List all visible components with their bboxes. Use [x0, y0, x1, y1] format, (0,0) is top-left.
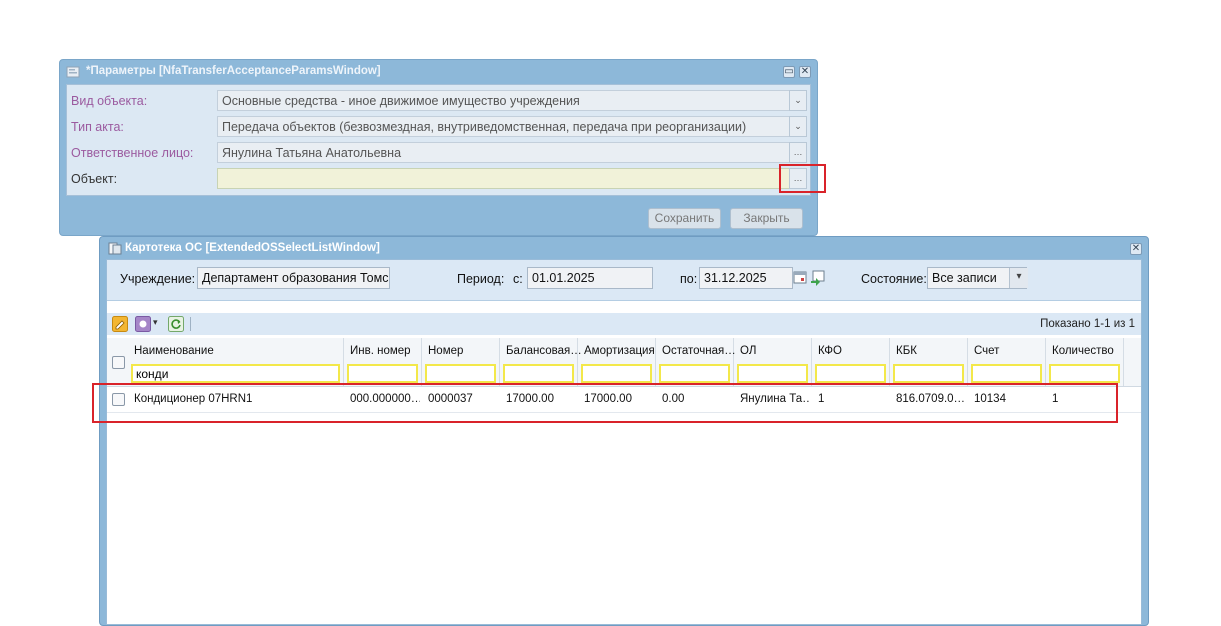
- number-filter-input[interactable]: [425, 364, 496, 383]
- account-filter-input[interactable]: [971, 364, 1042, 383]
- kfo-filter-input[interactable]: [815, 364, 886, 383]
- period-label: Период:: [457, 272, 505, 286]
- column-inv-number[interactable]: Инв. номер: [344, 338, 422, 386]
- chevron-down-icon[interactable]: ⌄: [789, 116, 807, 137]
- params-window-title: *Параметры [NfaTransferAcceptanceParamsW…: [86, 65, 381, 77]
- from-label: с:: [513, 272, 523, 286]
- menu-icon[interactable]: [135, 316, 151, 332]
- close-icon[interactable]: ✕: [1130, 243, 1142, 255]
- calendar-icon[interactable]: [793, 270, 807, 284]
- close-icon[interactable]: ✕: [799, 66, 811, 78]
- column-name[interactable]: Наименование конди: [128, 338, 344, 386]
- close-button[interactable]: Закрыть: [730, 208, 803, 229]
- params-window-titlebar[interactable]: *Параметры [NfaTransferAcceptanceParamsW…: [66, 64, 811, 81]
- ol-filter-input[interactable]: [737, 364, 808, 383]
- edit-icon[interactable]: [112, 316, 128, 332]
- column-kfo[interactable]: КФО: [812, 338, 890, 386]
- column-quantity[interactable]: Количество: [1046, 338, 1124, 386]
- filter-bar: Учреждение: Департамент образования Томс…: [107, 260, 1141, 301]
- to-label: по:: [680, 272, 698, 286]
- responsible-label: Ответственное лицо:: [71, 146, 194, 160]
- grid-toolbar: ▾ Показано 1-1 из 1: [107, 313, 1141, 335]
- highlight-object-button: [779, 164, 826, 193]
- select-all-checkbox[interactable]: [112, 356, 125, 369]
- quantity-filter-input[interactable]: [1049, 364, 1120, 383]
- ellipsis-icon[interactable]: …: [789, 142, 807, 163]
- kbk-filter-input[interactable]: [893, 364, 964, 383]
- object-field[interactable]: [217, 168, 807, 189]
- list-window-title: Картотека ОС [ExtendedOSSelectListWindow…: [125, 242, 380, 254]
- dropdown-arrow-icon[interactable]: ▾: [153, 317, 158, 328]
- column-residual[interactable]: Остаточная…: [656, 338, 736, 386]
- window-icon: [108, 242, 122, 255]
- name-filter-input[interactable]: конди: [131, 364, 340, 383]
- act-type-row: Тип акта: Передача объектов (безвозмездн…: [67, 116, 810, 138]
- balance-filter-input[interactable]: [503, 364, 574, 383]
- date-from-field[interactable]: 01.01.2025: [527, 267, 653, 289]
- object-type-combobox[interactable]: Основные средства - иное движимое имущес…: [217, 90, 807, 111]
- list-panel: Учреждение: Департамент образования Томс…: [106, 259, 1142, 625]
- column-ol[interactable]: ОЛ: [734, 338, 812, 386]
- save-button[interactable]: Сохранить: [648, 208, 721, 229]
- highlight-table-row: [92, 383, 1118, 423]
- params-form: Вид объекта: Основные средства - иное дв…: [66, 84, 811, 196]
- state-label: Состояние:: [861, 272, 927, 286]
- column-kbk[interactable]: КБК: [890, 338, 968, 386]
- object-row: Объект: …: [67, 168, 810, 190]
- records-count: Показано 1-1 из 1: [1040, 318, 1135, 330]
- column-account[interactable]: Счет: [968, 338, 1046, 386]
- column-balance[interactable]: Балансовая…: [500, 338, 582, 386]
- institution-label: Учреждение:: [120, 272, 196, 286]
- institution-field[interactable]: Департамент образования Томск: [197, 267, 390, 289]
- responsible-row: Ответственное лицо: Янулина Татьяна Анат…: [67, 142, 810, 164]
- grid-header: Наименование конди Инв. номер Номер Бала…: [107, 338, 1141, 387]
- column-number[interactable]: Номер: [422, 338, 500, 386]
- object-type-label: Вид объекта:: [71, 94, 148, 108]
- refresh-icon[interactable]: [168, 316, 184, 332]
- act-type-label: Тип акта:: [71, 120, 124, 134]
- act-type-combobox[interactable]: Передача объектов (безвозмездная, внутри…: [217, 116, 807, 137]
- maximize-icon[interactable]: ▭: [783, 66, 795, 78]
- residual-filter-input[interactable]: [659, 364, 730, 383]
- responsible-field[interactable]: Янулина Татьяна Анатольевна: [217, 142, 807, 163]
- amort-filter-input[interactable]: [581, 364, 652, 383]
- date-to-field[interactable]: 31.12.2025: [699, 267, 793, 289]
- inv-filter-input[interactable]: [347, 364, 418, 383]
- list-window: Картотека ОС [ExtendedOSSelectListWindow…: [99, 236, 1149, 626]
- object-type-row: Вид объекта: Основные средства - иное дв…: [67, 90, 810, 112]
- column-amortization[interactable]: Амортизация: [578, 338, 656, 386]
- params-window: *Параметры [NfaTransferAcceptanceParamsW…: [59, 59, 818, 236]
- period-select-icon[interactable]: [810, 270, 825, 286]
- toolbar-separator: [190, 317, 191, 331]
- window-icon: [66, 66, 80, 78]
- object-label: Объект:: [71, 172, 118, 186]
- list-window-titlebar[interactable]: Картотека ОС [ExtendedOSSelectListWindow…: [106, 240, 1142, 258]
- chevron-down-icon[interactable]: ▾: [1009, 268, 1028, 288]
- chevron-down-icon[interactable]: ⌄: [789, 90, 807, 111]
